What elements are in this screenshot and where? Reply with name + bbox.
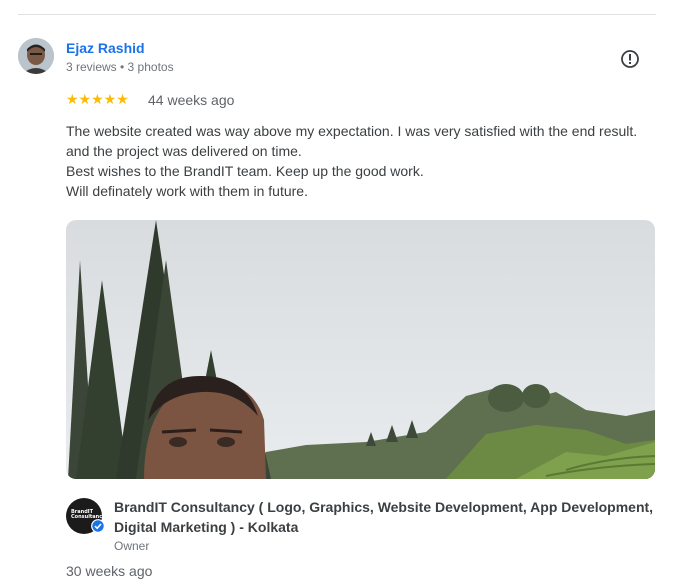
reviewer-name[interactable]: Ejaz Rashid — [66, 40, 145, 56]
owner-name[interactable]: BrandIT Consultancy ( Logo, Graphics, We… — [114, 497, 654, 537]
divider — [18, 14, 656, 15]
review-card: Ejaz Rashid 3 reviews • 3 photos ★★★★★ 4… — [0, 0, 674, 584]
reply-date: 30 weeks ago — [66, 563, 153, 579]
verified-check-icon — [91, 519, 105, 533]
review-photo-image — [66, 220, 655, 479]
review-text-line: The website created was way above my exp… — [66, 123, 638, 139]
avatar-image — [18, 38, 54, 74]
review-photo[interactable] — [66, 220, 655, 479]
owner-name-line: BrandIT Consultancy ( Logo, Graphics, We… — [114, 499, 654, 515]
reviewer-meta: 3 reviews • 3 photos — [66, 60, 174, 74]
review-date: 44 weeks ago — [148, 92, 235, 108]
reviewer-avatar[interactable] — [18, 38, 54, 74]
owner-name-line: Digital Marketing ) - Kolkata — [114, 519, 299, 535]
review-text-line: Will definately work with them in future… — [66, 183, 308, 199]
owner-role: Owner — [114, 539, 150, 553]
star-rating: ★★★★★ — [66, 91, 129, 107]
review-text-line: and the project was delivered on time. — [66, 143, 302, 159]
report-flag-icon[interactable] — [620, 49, 640, 69]
review-text-line: Best wishes to the BrandIT team. Keep up… — [66, 163, 424, 179]
review-text: The website created was way above my exp… — [66, 121, 662, 201]
